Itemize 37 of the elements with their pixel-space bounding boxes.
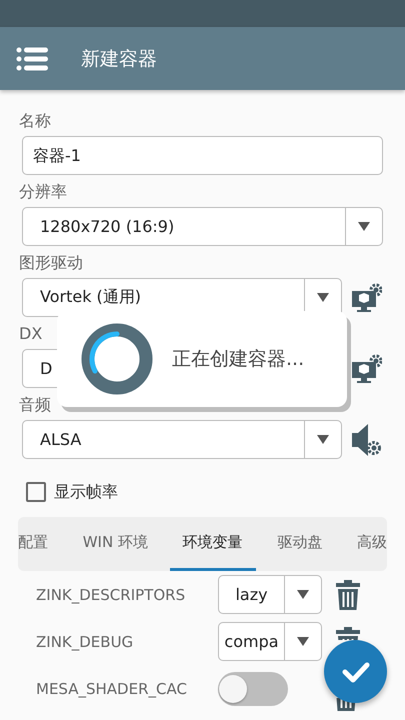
confirm-button[interactable] <box>324 640 387 703</box>
tab[interactable]: WIN 环境 <box>70 517 161 571</box>
spinner-icon <box>81 323 153 395</box>
check-icon <box>342 660 370 682</box>
field-label: DX <box>19 323 42 345</box>
field-label: 名称 <box>19 110 51 132</box>
trash-icon[interactable] <box>336 626 360 640</box>
variable-name: MESA_SHADER_CAC <box>36 680 188 698</box>
field-label: 音频 <box>19 394 51 416</box>
checkbox-label: 显示帧率 <box>54 482 118 502</box>
caret-icon <box>358 222 370 231</box>
value-dropdown[interactable]: lazy <box>218 575 322 614</box>
caret-icon <box>297 637 309 646</box>
caret-icon <box>317 435 329 444</box>
toggle-switch[interactable] <box>218 672 288 706</box>
value-dropdown[interactable]: compa <box>218 622 322 661</box>
field-label: 分辨率 <box>19 181 67 203</box>
name-input[interactable]: 容器-1 <box>22 136 383 175</box>
dropdown[interactable]: ALSA <box>22 420 342 459</box>
caret-icon <box>317 293 329 302</box>
toolbar-title: 新建容器 <box>81 46 157 72</box>
speaker-gear-icon[interactable] <box>352 422 382 456</box>
trash-icon[interactable] <box>336 580 360 610</box>
tab[interactable]: 环境变量 <box>170 517 256 571</box>
caret-icon <box>297 590 309 599</box>
monitor-gear-icon[interactable] <box>352 282 382 312</box>
field-label: 图形驱动 <box>19 252 83 274</box>
dropdown[interactable]: 1280x720 (16:9) <box>22 207 383 246</box>
variable-name: ZINK_DESCRIPTORS <box>36 586 186 604</box>
tab[interactable]: 高级 <box>344 517 387 571</box>
tab[interactable]: 配置 <box>18 517 61 571</box>
tab[interactable]: 驱动盘 <box>264 517 336 571</box>
checkbox[interactable] <box>26 482 46 502</box>
progress-message: 正在创建容器... <box>172 347 304 372</box>
monitor-gear-icon[interactable] <box>352 354 382 384</box>
variable-name: ZINK_DEBUG <box>36 632 134 650</box>
menu-icon[interactable] <box>16 46 48 70</box>
